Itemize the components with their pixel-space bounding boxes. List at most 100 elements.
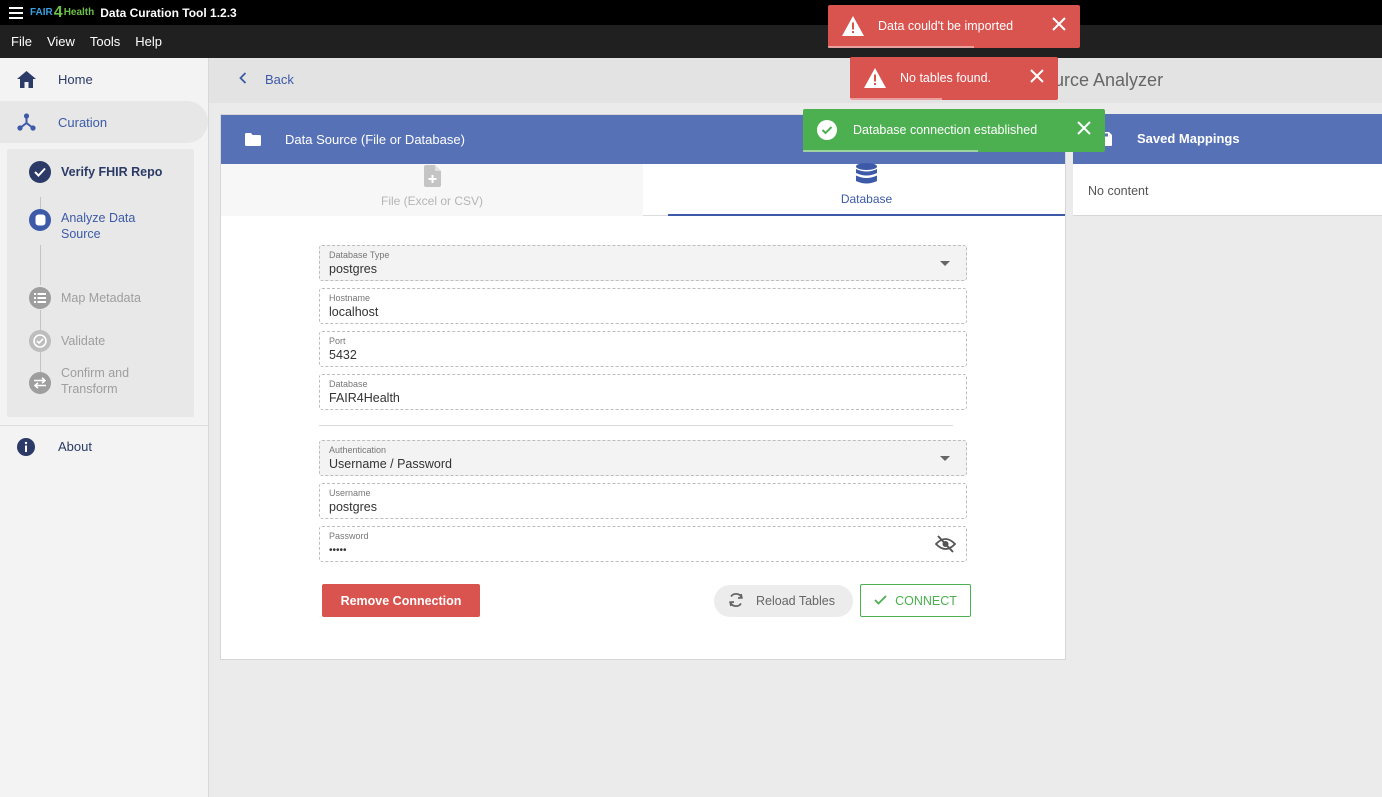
password-input[interactable]: ••••• xyxy=(329,545,889,556)
field-label: Port xyxy=(329,336,346,346)
hub-icon xyxy=(16,112,36,132)
field-label: Database Type xyxy=(329,250,390,260)
step-connector xyxy=(40,245,41,285)
caret-down-icon xyxy=(940,456,950,461)
toast-progress xyxy=(850,98,942,100)
check-icon xyxy=(29,161,51,183)
step-connector xyxy=(40,310,41,330)
reload-tables-button[interactable]: Reload Tables xyxy=(714,585,853,617)
back-label: Back xyxy=(265,72,294,87)
check-circle-icon xyxy=(29,330,51,352)
home-icon xyxy=(16,69,36,89)
sidebar: Home Curation Verify FHIR Repo Analyze D… xyxy=(0,58,209,797)
divider xyxy=(319,425,953,426)
field-label: Password xyxy=(329,531,369,541)
database-field[interactable]: Database xyxy=(319,374,967,410)
page-title: ource Analyzer xyxy=(1044,70,1164,90)
data-source-card: Data Source (File or Database) File (Exc… xyxy=(220,114,1066,660)
database-input[interactable] xyxy=(329,391,889,405)
port-field[interactable]: Port xyxy=(319,331,967,367)
chevron-left-icon xyxy=(239,72,247,87)
database-icon xyxy=(29,209,51,231)
close-icon[interactable] xyxy=(1077,121,1091,138)
toast-message: No tables found. xyxy=(900,71,992,85)
connect-button[interactable]: CONNECT xyxy=(860,584,971,617)
menu-view[interactable]: View xyxy=(47,34,75,49)
info-icon xyxy=(16,437,36,457)
saved-mappings-header: Saved Mappings xyxy=(1073,114,1382,164)
app-logo: FAIR 4 Health xyxy=(30,0,94,25)
refresh-icon xyxy=(728,591,744,612)
back-button[interactable]: Back xyxy=(239,72,294,87)
field-label: Authentication xyxy=(329,445,387,455)
check-icon xyxy=(874,594,887,608)
tab-file[interactable]: File (Excel or CSV) xyxy=(221,164,643,216)
sidebar-item-curation[interactable]: Curation xyxy=(0,101,208,143)
step-label: Map Metadata xyxy=(61,291,141,305)
tab-label: Database xyxy=(840,192,893,206)
database-icon xyxy=(856,163,877,188)
field-value: postgres xyxy=(329,262,377,276)
field-label: Hostname xyxy=(329,293,371,303)
hostname-input[interactable] xyxy=(329,305,889,319)
file-add-icon xyxy=(423,165,441,190)
close-icon[interactable] xyxy=(1030,69,1044,86)
password-field[interactable]: Password ••••• xyxy=(319,526,967,562)
menu-bar: File View Tools Help xyxy=(0,25,1382,58)
tab-database[interactable]: Database xyxy=(668,163,1065,216)
logo-fair-text: FAIR xyxy=(30,7,53,18)
logo-health-text: Health xyxy=(63,7,95,18)
source-tabs: File (Excel or CSV) Database xyxy=(221,163,1065,216)
database-type-select[interactable]: Database Type postgres xyxy=(319,245,967,281)
field-label: Username xyxy=(329,488,371,498)
sidebar-item-about[interactable]: About xyxy=(0,425,208,467)
eye-off-icon[interactable] xyxy=(934,535,957,558)
field-value: Username / Password xyxy=(329,457,452,471)
port-input[interactable] xyxy=(329,348,889,362)
connect-label: CONNECT xyxy=(895,593,957,608)
close-icon[interactable] xyxy=(1052,17,1066,34)
field-label: Database xyxy=(329,379,368,389)
sidebar-item-label: About xyxy=(58,439,92,454)
curation-steps: Verify FHIR Repo Analyze Data Source Map… xyxy=(7,149,194,417)
check-circle-icon xyxy=(817,120,837,143)
sidebar-item-home[interactable]: Home xyxy=(0,58,208,100)
logo-mark: 4 xyxy=(53,3,63,21)
reload-label: Reload Tables xyxy=(756,594,835,608)
step-label: Confirm and Transform xyxy=(61,366,130,396)
toast-progress xyxy=(828,46,974,48)
toast-import-error: Data could't be imported xyxy=(828,5,1080,48)
step-label: Analyze Data Source xyxy=(61,211,136,241)
toast-no-tables: No tables found. xyxy=(850,57,1058,100)
page-header: Back ource Analyzer xyxy=(209,58,1382,103)
list-icon xyxy=(29,287,51,309)
toast-progress xyxy=(803,150,978,152)
menu-tools[interactable]: Tools xyxy=(90,34,120,49)
tab-label: File (Excel or CSV) xyxy=(380,194,484,208)
step-label: Validate xyxy=(61,334,106,348)
menu-file[interactable]: File xyxy=(11,34,32,49)
menu-help[interactable]: Help xyxy=(135,34,162,49)
step-connector xyxy=(40,197,41,209)
empty-state-text: No content xyxy=(1088,184,1149,198)
username-field[interactable]: Username xyxy=(319,483,967,519)
app-title: Data Curation Tool 1.2.3 xyxy=(100,5,237,20)
step-connector xyxy=(40,352,41,372)
remove-connection-button[interactable]: Remove Connection xyxy=(322,584,480,617)
warning-icon xyxy=(864,68,886,91)
saved-mappings-card: Saved Mappings No content xyxy=(1073,114,1382,216)
sidebar-item-label: Curation xyxy=(58,114,108,130)
hamburger-menu-icon[interactable] xyxy=(9,6,23,19)
swap-icon xyxy=(29,372,51,394)
toast-message: Data could't be imported xyxy=(878,19,1014,33)
username-input[interactable] xyxy=(329,500,889,514)
caret-down-icon xyxy=(940,261,950,266)
step-label: Verify FHIR Repo xyxy=(61,165,163,179)
toast-connection-established: Database connection established xyxy=(803,109,1105,152)
title-bar: FAIR 4 Health Data Curation Tool 1.2.3 xyxy=(0,0,1382,25)
folder-icon xyxy=(245,133,261,151)
card-title: Data Source (File or Database) xyxy=(285,132,465,147)
warning-icon xyxy=(842,16,864,39)
hostname-field[interactable]: Hostname xyxy=(319,288,967,324)
authentication-select[interactable]: Authentication Username / Password xyxy=(319,440,967,476)
